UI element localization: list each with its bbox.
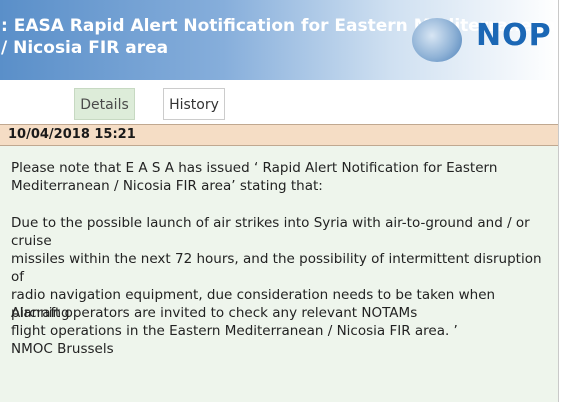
eurocontrol-globe-icon bbox=[412, 18, 462, 62]
notification-window: : EASA Rapid Alert Notification for East… bbox=[0, 0, 559, 402]
logo-text: NOP bbox=[476, 18, 552, 53]
header-bar: : EASA Rapid Alert Notification for East… bbox=[0, 0, 558, 80]
notice-paragraph: Aircraft operators are invited to check … bbox=[11, 305, 418, 321]
nop-logo: NOP bbox=[412, 16, 552, 66]
notice-timestamp: 10/04/2018 15:21 bbox=[0, 124, 558, 146]
notice-signature: NMOC Brussels bbox=[11, 341, 114, 357]
notice-paragraph: Please note that E A S A has issued ‘ Ra… bbox=[11, 160, 498, 194]
notice-body: Please note that E A S A has issued ‘ Ra… bbox=[0, 146, 558, 402]
tab-history[interactable]: History bbox=[163, 88, 225, 120]
tab-details[interactable]: Details bbox=[74, 88, 135, 120]
